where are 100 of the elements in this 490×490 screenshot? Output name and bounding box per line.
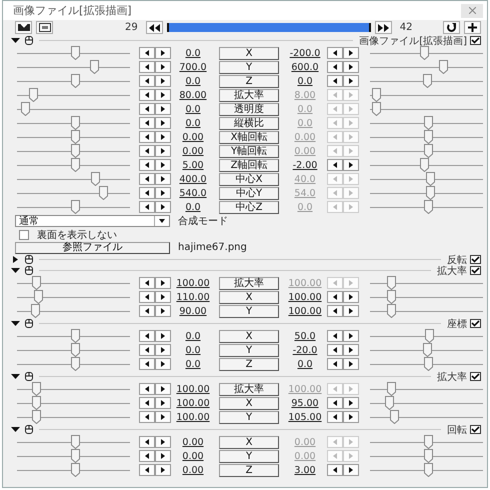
parameter-button[interactable]: 中心X — [219, 172, 279, 186]
mouse-icon[interactable] — [25, 372, 33, 381]
slider-thumb[interactable] — [70, 329, 80, 343]
increment-button[interactable] — [343, 397, 359, 409]
decrement-button[interactable] — [139, 330, 155, 342]
start-value[interactable]: 0.00 — [171, 464, 215, 476]
slider-thumb[interactable] — [70, 130, 80, 144]
start-value[interactable]: 400.0 — [171, 174, 215, 184]
increment-button[interactable] — [155, 75, 171, 87]
slider-thumb[interactable] — [422, 343, 432, 357]
enable-checkbox[interactable] — [470, 36, 481, 45]
decrement-button[interactable] — [139, 187, 155, 199]
decrement-button[interactable] — [327, 344, 343, 356]
slider-thumb[interactable] — [32, 396, 42, 410]
decrement-button[interactable] — [139, 305, 155, 317]
decrement-button[interactable] — [139, 358, 155, 370]
decrement-button[interactable] — [327, 464, 343, 476]
decrement-button[interactable] — [327, 47, 343, 59]
parameter-button[interactable]: Y — [219, 450, 279, 462]
end-value[interactable]: 100.00 — [283, 306, 327, 316]
increment-button[interactable] — [155, 47, 171, 59]
decrement-button[interactable] — [327, 397, 343, 409]
decrement-button[interactable] — [327, 75, 343, 87]
start-value[interactable]: 100.00 — [171, 384, 215, 394]
slider-thumb[interactable] — [424, 449, 433, 463]
slider-thumb[interactable] — [70, 463, 80, 477]
slider-thumb[interactable] — [70, 46, 80, 60]
end-value[interactable]: 50.0 — [283, 330, 327, 342]
decrement-button[interactable] — [139, 131, 155, 143]
down-triangle-icon[interactable] — [11, 37, 20, 44]
decrement-button[interactable] — [139, 47, 155, 59]
slider-thumb[interactable] — [426, 172, 435, 186]
slider-thumb[interactable] — [424, 463, 433, 477]
increment-button[interactable] — [155, 159, 171, 171]
increment-button[interactable] — [155, 436, 171, 448]
slider-thumb[interactable] — [70, 158, 80, 172]
down-triangle-icon[interactable] — [11, 320, 20, 327]
slider-thumb[interactable] — [28, 88, 38, 102]
slider-thumb[interactable] — [70, 116, 80, 130]
increment-button[interactable] — [343, 464, 359, 476]
start-value[interactable]: 540.0 — [171, 188, 215, 198]
start-value[interactable]: 0.00 — [171, 132, 215, 142]
start-value[interactable]: 0.0 — [171, 48, 215, 58]
slider-thumb[interactable] — [98, 186, 108, 200]
decrement-button[interactable] — [327, 61, 343, 73]
slider-thumb[interactable] — [424, 435, 433, 449]
blend-mode-dropdown[interactable]: 通常 — [15, 215, 170, 227]
parameter-button[interactable]: 透明度 — [219, 102, 279, 116]
decrement-button[interactable] — [139, 344, 155, 356]
slider-thumb[interactable] — [31, 304, 40, 318]
slider-thumb[interactable] — [422, 74, 432, 88]
increment-button[interactable] — [343, 61, 359, 73]
increment-button[interactable] — [343, 330, 359, 342]
start-value[interactable]: 0.0 — [171, 202, 215, 212]
slider-thumb[interactable] — [420, 46, 430, 60]
increment-button[interactable] — [155, 383, 171, 395]
start-value[interactable]: 100.00 — [171, 278, 215, 288]
decrement-button[interactable] — [139, 89, 155, 101]
start-value[interactable]: 5.00 — [171, 160, 215, 170]
increment-button[interactable] — [155, 201, 171, 213]
increment-button[interactable] — [155, 277, 171, 289]
slider-thumb[interactable] — [424, 116, 433, 130]
increment-button[interactable] — [155, 89, 171, 101]
end-value[interactable]: 95.00 — [283, 398, 327, 408]
mouse-icon[interactable] — [25, 36, 33, 45]
parameter-button[interactable]: Y — [219, 304, 279, 318]
fast-forward-button[interactable] — [374, 21, 392, 34]
down-triangle-icon[interactable] — [11, 267, 20, 274]
end-value[interactable]: 100.00 — [283, 292, 327, 302]
decrement-button[interactable] — [139, 291, 155, 303]
decrement-button[interactable] — [139, 464, 155, 476]
parameter-button[interactable]: Z軸回転 — [219, 158, 279, 172]
parameter-button[interactable]: Z — [219, 464, 279, 476]
increment-button[interactable] — [343, 344, 359, 356]
enable-checkbox[interactable] — [470, 255, 481, 264]
start-value[interactable]: 0.0 — [171, 344, 215, 356]
slider-thumb[interactable] — [385, 396, 394, 410]
slider-thumb[interactable] — [32, 276, 42, 290]
start-value[interactable]: 0.0 — [171, 330, 215, 342]
increment-button[interactable] — [155, 464, 171, 476]
mouse-icon[interactable] — [25, 319, 33, 328]
start-value[interactable]: 0.0 — [171, 104, 215, 114]
end-value[interactable]: 600.0 — [283, 62, 327, 72]
increment-button[interactable] — [155, 131, 171, 143]
start-value[interactable]: 100.00 — [171, 398, 215, 408]
increment-button[interactable] — [155, 411, 171, 423]
decrement-button[interactable] — [327, 305, 343, 317]
decrement-button[interactable] — [139, 436, 155, 448]
slider-thumb[interactable] — [387, 276, 396, 290]
slider-thumb[interactable] — [20, 102, 30, 116]
slider-thumb[interactable] — [372, 102, 381, 116]
increment-button[interactable] — [155, 305, 171, 317]
camera-button[interactable] — [15, 21, 32, 34]
slider-thumb[interactable] — [390, 410, 399, 424]
slider-thumb[interactable] — [70, 435, 80, 449]
increment-button[interactable] — [155, 61, 171, 73]
increment-button[interactable] — [155, 173, 171, 185]
parameter-button[interactable]: Y軸回転 — [219, 144, 279, 158]
end-value[interactable]: 0.0 — [283, 358, 327, 370]
end-value[interactable]: -20.0 — [283, 344, 327, 356]
